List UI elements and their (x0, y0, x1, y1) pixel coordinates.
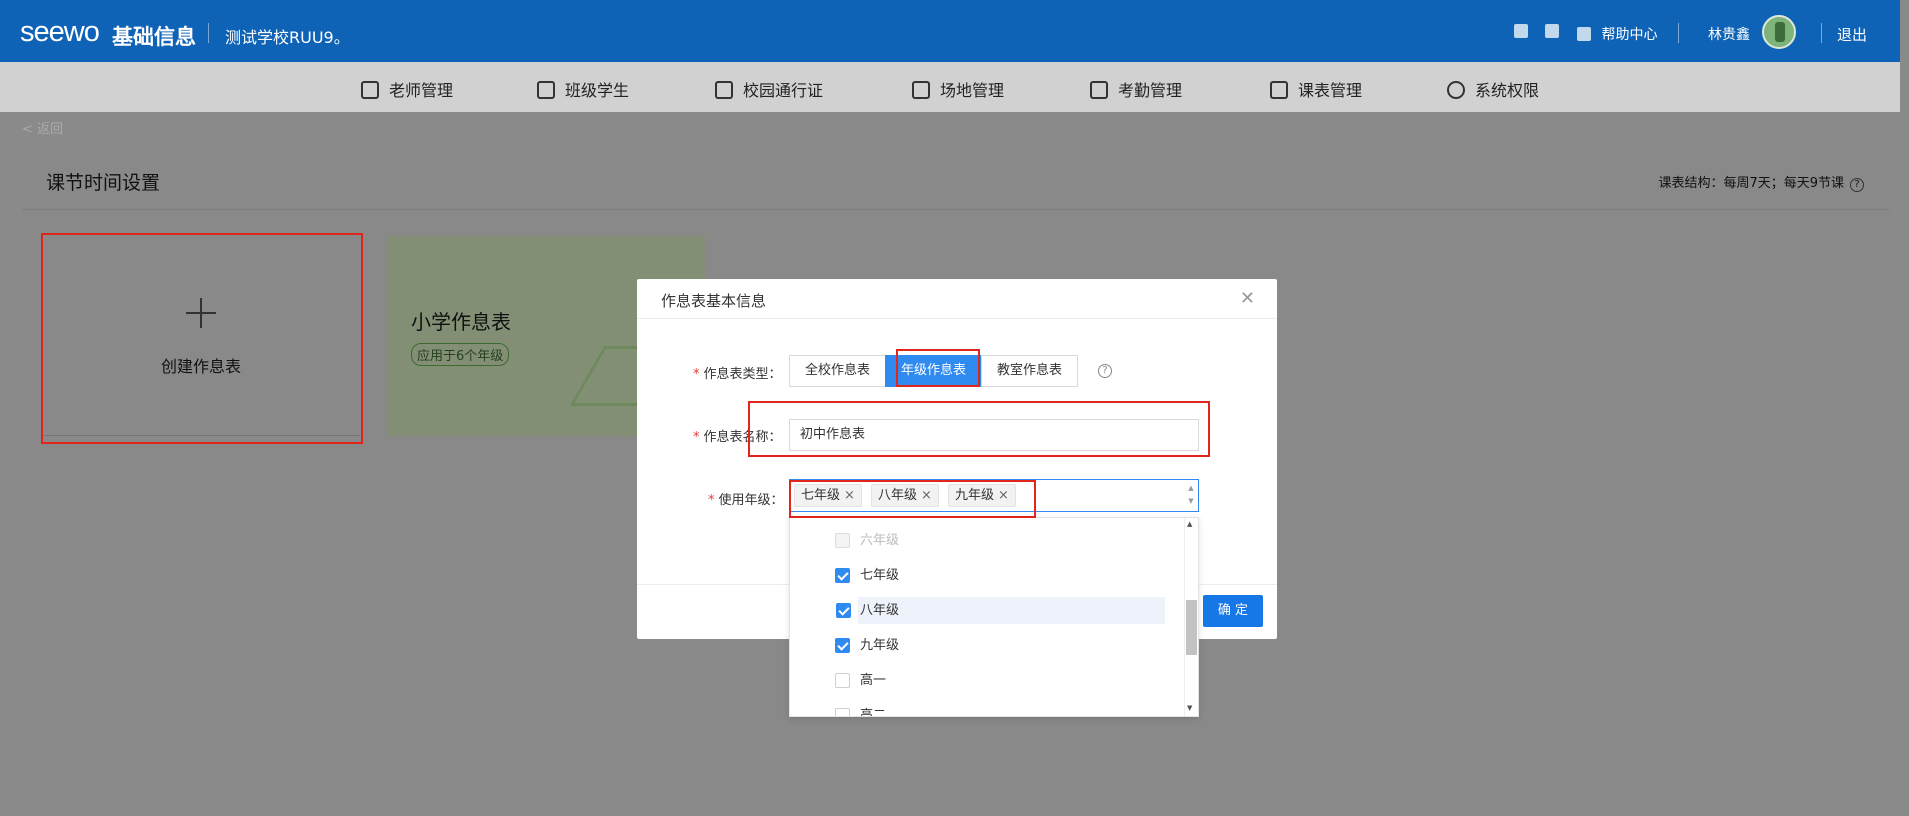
clipboard-check-icon (1090, 81, 1108, 99)
type-option-school[interactable]: 全校作息表 (789, 355, 887, 387)
grade-option[interactable]: 九年级 (790, 632, 1175, 659)
help-center-label: 帮助中心 (1601, 27, 1658, 43)
header-divider (1678, 23, 1679, 43)
confirm-button[interactable]: 确 定 (1203, 595, 1263, 627)
type-option-classroom[interactable]: 教室作息表 (981, 355, 1079, 387)
app-name: 基础信息 (112, 25, 196, 49)
back-link[interactable]: < 返回 (22, 118, 63, 137)
dialog-title: 作息表基本信息 (661, 292, 767, 310)
dropdown-scrollbar[interactable]: ▲ ▼ (1184, 518, 1198, 716)
shield-icon (1447, 81, 1465, 99)
type-label: * 作息表类型： (693, 367, 782, 382)
calendar-icon (1270, 81, 1288, 99)
user-icon (361, 81, 379, 99)
checkbox[interactable] (836, 603, 851, 618)
nav-item-venues[interactable]: 场地管理 (912, 77, 1004, 101)
nav-item-timetable[interactable]: 课表管理 (1270, 77, 1362, 101)
checkbox[interactable] (835, 568, 850, 583)
logout-link[interactable]: 退出 (1837, 24, 1867, 45)
question-icon[interactable]: ? (1850, 178, 1864, 192)
scroll-up-icon[interactable]: ▲ (1187, 520, 1192, 528)
document-icon (1577, 27, 1591, 41)
page-title: 课节时间设置 (46, 172, 161, 194)
close-icon[interactable]: ✕ (1240, 288, 1255, 309)
graduation-cap-icon (537, 81, 555, 99)
seewo-logo[interactable]: seewo (20, 16, 100, 49)
nav-item-attendance[interactable]: 考勤管理 (1090, 77, 1182, 101)
avatar[interactable] (1762, 15, 1796, 49)
schedule-card-title: 小学作息表 (411, 310, 511, 334)
building-icon (912, 81, 930, 99)
scroll-down-icon[interactable]: ▼ (1187, 704, 1192, 712)
grade-option[interactable]: 高一 (790, 667, 1175, 694)
apps-icon[interactable] (1514, 24, 1528, 40)
checkbox[interactable] (835, 673, 850, 688)
message-icon[interactable] (1545, 24, 1559, 40)
id-card-icon (715, 81, 733, 99)
top-header: seewo 基础信息 测试学校RUU9。 帮助中心 林贵鑫 退出 (0, 0, 1900, 62)
grade-option: 六年级 (790, 527, 1175, 554)
main-nav: 老师管理 班级学生 校园通行证 场地管理 考勤管理 课表管理 系统权限 (0, 62, 1900, 112)
annotation-box-name (748, 401, 1210, 457)
checkbox (835, 533, 850, 548)
help-center-link[interactable]: 帮助中心 (1577, 24, 1657, 44)
panel-header: 课节时间设置 课表结构：每周7天；每天9节课? (22, 148, 1889, 210)
annotation-box-grades (789, 480, 1036, 518)
grade-option[interactable]: 七年级 (790, 562, 1175, 589)
question-icon[interactable]: ? (1098, 364, 1112, 378)
scrollbar-thumb[interactable] (1186, 600, 1197, 655)
grade-dropdown: 六年级 七年级 八年级 九年级 高一 高二 ▲ ▼ (789, 517, 1199, 717)
header-divider (1821, 23, 1822, 43)
dialog-header: 作息表基本信息 ✕ (637, 279, 1277, 319)
annotation-box-create (41, 233, 363, 444)
nav-item-campus-pass[interactable]: 校园通行证 (715, 77, 823, 101)
timetable-structure: 课表结构：每周7天；每天9节课? (1658, 172, 1864, 192)
grade-label: * 使用年级： (708, 493, 784, 508)
school-name: 测试学校RUU9。 (225, 28, 350, 47)
grade-count-badge: 应用于6个年级 (411, 343, 510, 366)
checkbox[interactable] (835, 638, 850, 653)
nav-item-teachers[interactable]: 老师管理 (361, 77, 453, 101)
checkbox[interactable] (835, 708, 850, 716)
header-divider (208, 23, 209, 43)
annotation-box-type (896, 349, 980, 387)
input-scroll-arrows[interactable]: ▲ ▼ (1186, 482, 1196, 509)
user-name[interactable]: 林贵鑫 (1708, 24, 1750, 44)
grade-option[interactable]: 高二 (790, 702, 1175, 716)
nav-item-classes[interactable]: 班级学生 (537, 77, 629, 101)
grade-option[interactable]: 八年级 (836, 597, 1165, 624)
nav-item-permissions[interactable]: 系统权限 (1447, 77, 1539, 101)
